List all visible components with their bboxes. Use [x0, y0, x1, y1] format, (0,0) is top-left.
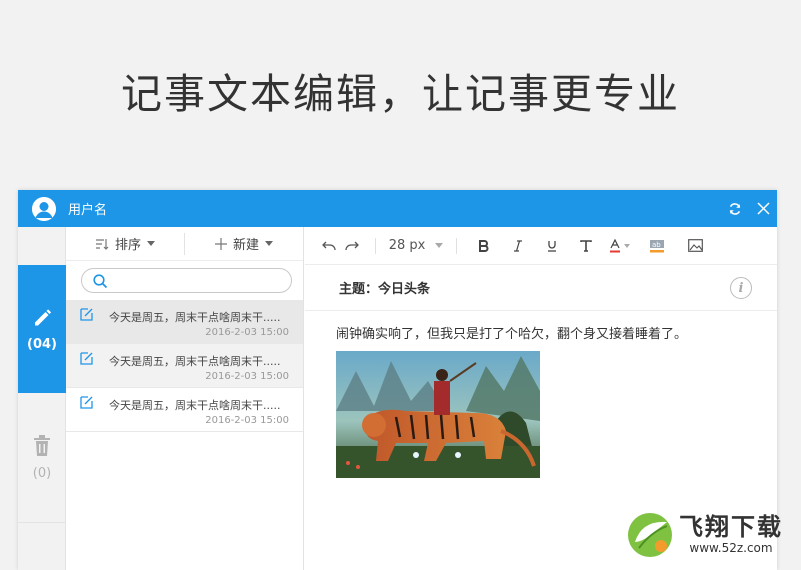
watermark-brand: 飞翔下载 — [679, 513, 783, 541]
new-note-button[interactable]: 新建 — [185, 234, 303, 253]
sort-button[interactable]: 排序 — [66, 234, 184, 253]
list-item[interactable]: 今天是周五，周末干点啥周末干..... 2016-2-03 15:00 — [66, 344, 303, 388]
bold-button[interactable] — [467, 236, 501, 256]
svg-text:ab: ab — [652, 241, 661, 249]
note-edit-icon — [80, 352, 93, 365]
pencil-icon — [35, 308, 52, 325]
list-item[interactable]: 今天是周五，周末干点啥周末干..... 2016-2-03 15:00 — [66, 388, 303, 432]
note-list-panel: 排序 新建 今天是周五，周末干点啥周末干..... 2016-2-03 15:0… — [66, 227, 304, 570]
trash-tab[interactable]: (0) — [18, 393, 66, 523]
watermark-text: 飞翔下载 www.52z.com — [679, 515, 783, 555]
text-style-icon — [580, 239, 592, 252]
note-date: 2016-2-03 15:00 — [205, 415, 289, 426]
text-style-button[interactable] — [569, 236, 603, 256]
logo-icon — [628, 513, 672, 557]
note-body[interactable]: 闹钟确实响了，但我只是打了个哈欠，翻个身又接着睡着了。 — [305, 311, 777, 342]
note-title: 今天是周五，周末干点啥周末干..... — [109, 311, 281, 324]
highlight-icon: ab — [650, 239, 664, 252]
redo-button[interactable] — [339, 236, 365, 256]
toolbar-divider — [375, 237, 376, 254]
note-list: 今天是周五，周末干点啥周末干..... 2016-2-03 15:00 今天是周… — [66, 300, 303, 432]
plus-icon — [214, 237, 227, 250]
font-color-icon — [610, 238, 620, 252]
watermark-url: www.52z.com — [689, 541, 773, 555]
bold-icon — [479, 239, 489, 252]
notes-tab[interactable]: (04) — [18, 265, 66, 393]
italic-button[interactable] — [501, 236, 535, 256]
underline-icon — [548, 240, 556, 252]
chevron-down-icon — [435, 243, 444, 248]
chevron-down-icon — [147, 241, 155, 246]
note-subject[interactable]: 主题：今日头条 i — [305, 265, 777, 311]
search-icon — [93, 274, 108, 289]
redo-icon — [345, 241, 359, 250]
note-title: 今天是周五，周末干点啥周末干..... — [109, 399, 281, 412]
username-label: 用户名 — [68, 203, 108, 218]
underline-button[interactable] — [535, 236, 569, 256]
toolbar-divider — [456, 237, 457, 254]
avatar[interactable] — [32, 196, 56, 221]
note-date: 2016-2-03 15:00 — [205, 327, 289, 338]
italic-icon — [514, 239, 522, 252]
list-toolbar: 排序 新建 — [66, 227, 303, 261]
note-edit-icon — [80, 308, 93, 321]
note-edit-icon — [80, 396, 93, 409]
highlight-button[interactable]: ab — [637, 236, 677, 256]
sort-label: 排序 — [114, 238, 141, 253]
search-input[interactable] — [82, 269, 291, 292]
title-bar: 用户名 — [18, 190, 777, 227]
subject-text: 主题：今日头条 — [339, 282, 431, 297]
search-box — [81, 268, 292, 293]
undo-button[interactable] — [319, 236, 339, 256]
insert-image-button[interactable] — [677, 236, 713, 256]
font-size-value: 28 px — [388, 238, 426, 253]
notes-count: (04) — [27, 336, 57, 352]
new-label: 新建 — [232, 238, 259, 253]
font-color-button[interactable] — [603, 236, 637, 256]
image-icon — [687, 239, 703, 252]
info-icon[interactable]: i — [730, 277, 752, 299]
note-date: 2016-2-03 15:00 — [205, 371, 289, 382]
note-title: 今天是周五，周末干点啥周末干..... — [109, 355, 281, 368]
trash-icon — [34, 435, 50, 456]
undo-icon — [322, 241, 336, 250]
font-size-select[interactable]: 28 px — [386, 236, 446, 256]
sort-icon — [95, 238, 109, 250]
note-image — [336, 351, 540, 478]
chevron-down-icon — [265, 241, 273, 246]
chevron-down-icon — [624, 243, 630, 248]
site-watermark: 飞翔下载 www.52z.com — [627, 512, 783, 558]
left-rail: (04) (0) — [18, 227, 66, 570]
close-icon[interactable] — [755, 201, 771, 217]
list-item[interactable]: 今天是周五，周末干点啥周末干..... 2016-2-03 15:00 — [66, 300, 303, 344]
page-headline: 记事文本编辑，让记事更专业 — [121, 70, 680, 118]
trash-count: (0) — [32, 466, 52, 481]
refresh-icon[interactable] — [727, 201, 743, 217]
editor-toolbar: 28 px ab — [305, 227, 777, 265]
